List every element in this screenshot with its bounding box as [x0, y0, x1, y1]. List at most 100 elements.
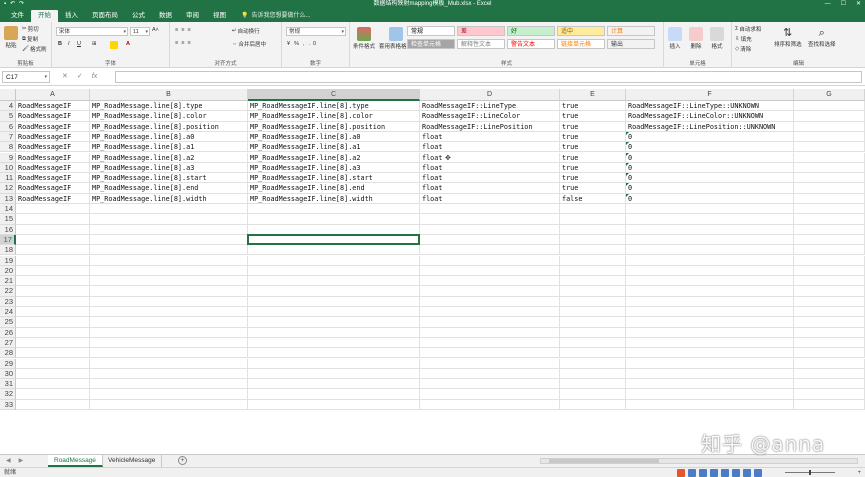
grid-cell[interactable]: MP_RoadMessageIF.line[8].a2 [248, 152, 420, 163]
wrap-text-button[interactable]: ↵ 自动换行 [232, 27, 260, 35]
grid-cell[interactable] [420, 224, 560, 235]
grid-cell[interactable]: 0 [626, 131, 794, 143]
grid-cell[interactable] [90, 214, 248, 225]
grid-cell[interactable] [248, 245, 420, 256]
grid-cell[interactable] [794, 234, 865, 246]
grid-cell[interactable] [560, 317, 626, 328]
grid-cell[interactable] [560, 389, 626, 400]
paste-button[interactable]: 粘贴 [4, 26, 18, 49]
grid-cell[interactable]: MP_RoadMessageIF.line[8].end [248, 183, 420, 194]
row-header[interactable]: 16 [0, 224, 16, 235]
column-header-a[interactable]: A [16, 89, 90, 101]
add-sheet-button[interactable]: + [178, 456, 187, 465]
row-header[interactable]: 32 [0, 389, 16, 400]
grid-cell[interactable]: MP_RoadMessageIF.line[8].a3 [248, 162, 420, 174]
row-header[interactable]: 33 [0, 399, 16, 410]
grid-cell[interactable] [90, 348, 248, 359]
clear-button[interactable]: ◇ 清除 [735, 45, 751, 53]
grid-cell[interactable] [626, 276, 794, 287]
grid-cell[interactable] [626, 358, 794, 369]
grid-cell[interactable] [626, 265, 794, 277]
grid-cell[interactable] [794, 193, 865, 204]
grid-cell[interactable]: MP_RoadMessage.line[8].color [90, 111, 248, 122]
cell-style-4[interactable]: 计算 [607, 26, 655, 36]
grid-cell[interactable] [16, 234, 90, 246]
grid-cell[interactable] [420, 245, 560, 256]
grid-cell[interactable] [626, 307, 794, 318]
grid-cell[interactable]: 0 [626, 142, 794, 153]
tell-me-box[interactable]: 💡 告诉我您想要做什么... [233, 10, 311, 22]
grid-cell[interactable]: RoadMessageIF [16, 101, 90, 112]
row-header[interactable]: 14 [0, 204, 16, 215]
grid-cell[interactable] [248, 368, 420, 380]
grid-cell[interactable] [794, 101, 865, 112]
grid-cell[interactable] [248, 348, 420, 359]
grid-cell[interactable] [248, 327, 420, 338]
grid-cell[interactable] [420, 286, 560, 297]
find-select-button[interactable]: ⌕ 查找和选择 [808, 27, 836, 48]
grid-cell[interactable] [16, 265, 90, 277]
grid-cell[interactable] [90, 255, 248, 266]
row-header[interactable]: 8 [0, 142, 16, 153]
grid-cell[interactable] [90, 286, 248, 297]
font-size-select[interactable]: 11 [130, 27, 150, 36]
grid-cell[interactable] [90, 399, 248, 410]
grid-cell[interactable] [248, 214, 420, 225]
grid-cell[interactable] [248, 204, 420, 215]
grid-cell[interactable] [560, 348, 626, 359]
row-header[interactable]: 29 [0, 358, 16, 369]
grid-cell[interactable] [248, 379, 420, 390]
grid-cell[interactable] [16, 224, 90, 235]
grid-cell[interactable]: float [420, 183, 560, 194]
grid-cell[interactable] [560, 245, 626, 256]
cell-style-5[interactable]: 检查单元格 [407, 39, 455, 49]
grid-cell[interactable] [90, 307, 248, 318]
grid-cell[interactable] [794, 214, 865, 225]
grid-cell[interactable]: MP_RoadMessage.line[8].a3 [90, 162, 248, 174]
tools-icon[interactable] [754, 469, 762, 477]
insert-cells-button[interactable]: 插入 [668, 27, 682, 50]
grid-cell[interactable] [90, 234, 248, 246]
grid-cell[interactable]: MP_RoadMessage.line[8].end [90, 183, 248, 194]
zoom-slider[interactable] [785, 470, 835, 475]
grid-cell[interactable] [626, 379, 794, 390]
grid-cell[interactable]: float [420, 142, 560, 153]
grid-cell[interactable]: RoadMessageIF [16, 131, 90, 143]
row-header[interactable]: 28 [0, 348, 16, 359]
grid-cell[interactable] [16, 204, 90, 215]
grid-cell[interactable] [560, 265, 626, 277]
grid-cell[interactable] [794, 276, 865, 287]
maximize-button[interactable]: ☐ [841, 0, 846, 9]
select-all-corner[interactable] [0, 89, 16, 101]
grid-cell[interactable] [90, 327, 248, 338]
grid-cell[interactable] [90, 317, 248, 328]
grid-cell[interactable]: RoadMessageIF [16, 193, 90, 204]
fill-button[interactable]: ⇩ 填充 [735, 35, 752, 43]
row-header[interactable]: 31 [0, 379, 16, 390]
grid-cell[interactable]: RoadMessageIF::LineType [420, 101, 560, 112]
grid-cell[interactable] [16, 368, 90, 380]
grid-cell[interactable]: true [560, 111, 626, 122]
grid-cell[interactable] [90, 358, 248, 369]
grid-cell[interactable]: RoadMessageIF::LineType::UNKNOWN [626, 101, 794, 112]
formula-input[interactable] [115, 71, 862, 83]
grid-cell[interactable] [420, 276, 560, 287]
row-header[interactable]: 13 [0, 193, 16, 204]
grow-font-button[interactable]: A˄ [152, 27, 159, 33]
worksheet-grid[interactable]: A B C D E F G 4 RoadMessageIF MP_RoadMessage.line… [0, 89, 865, 457]
grid-cell[interactable]: true [560, 131, 626, 143]
close-button[interactable]: ✕ [856, 0, 861, 9]
grid-cell[interactable]: true [560, 183, 626, 194]
grid-cell[interactable] [248, 337, 420, 349]
grid-cell[interactable] [16, 276, 90, 287]
vertical-align-buttons[interactable]: ≡ ≡ ≡ [175, 27, 193, 33]
row-header[interactable]: 11 [0, 173, 16, 184]
cell-style-9[interactable]: 输出 [607, 39, 655, 49]
grid-cell[interactable] [420, 317, 560, 328]
grid-cell[interactable] [626, 327, 794, 338]
sheet-tab-1[interactable]: VehicleMessage [102, 455, 163, 467]
grid-cell[interactable] [420, 368, 560, 380]
grid-cell[interactable]: float [420, 162, 560, 174]
grid-cell[interactable] [248, 389, 420, 400]
prev-sheet-icon[interactable]: ◀ [6, 457, 11, 464]
